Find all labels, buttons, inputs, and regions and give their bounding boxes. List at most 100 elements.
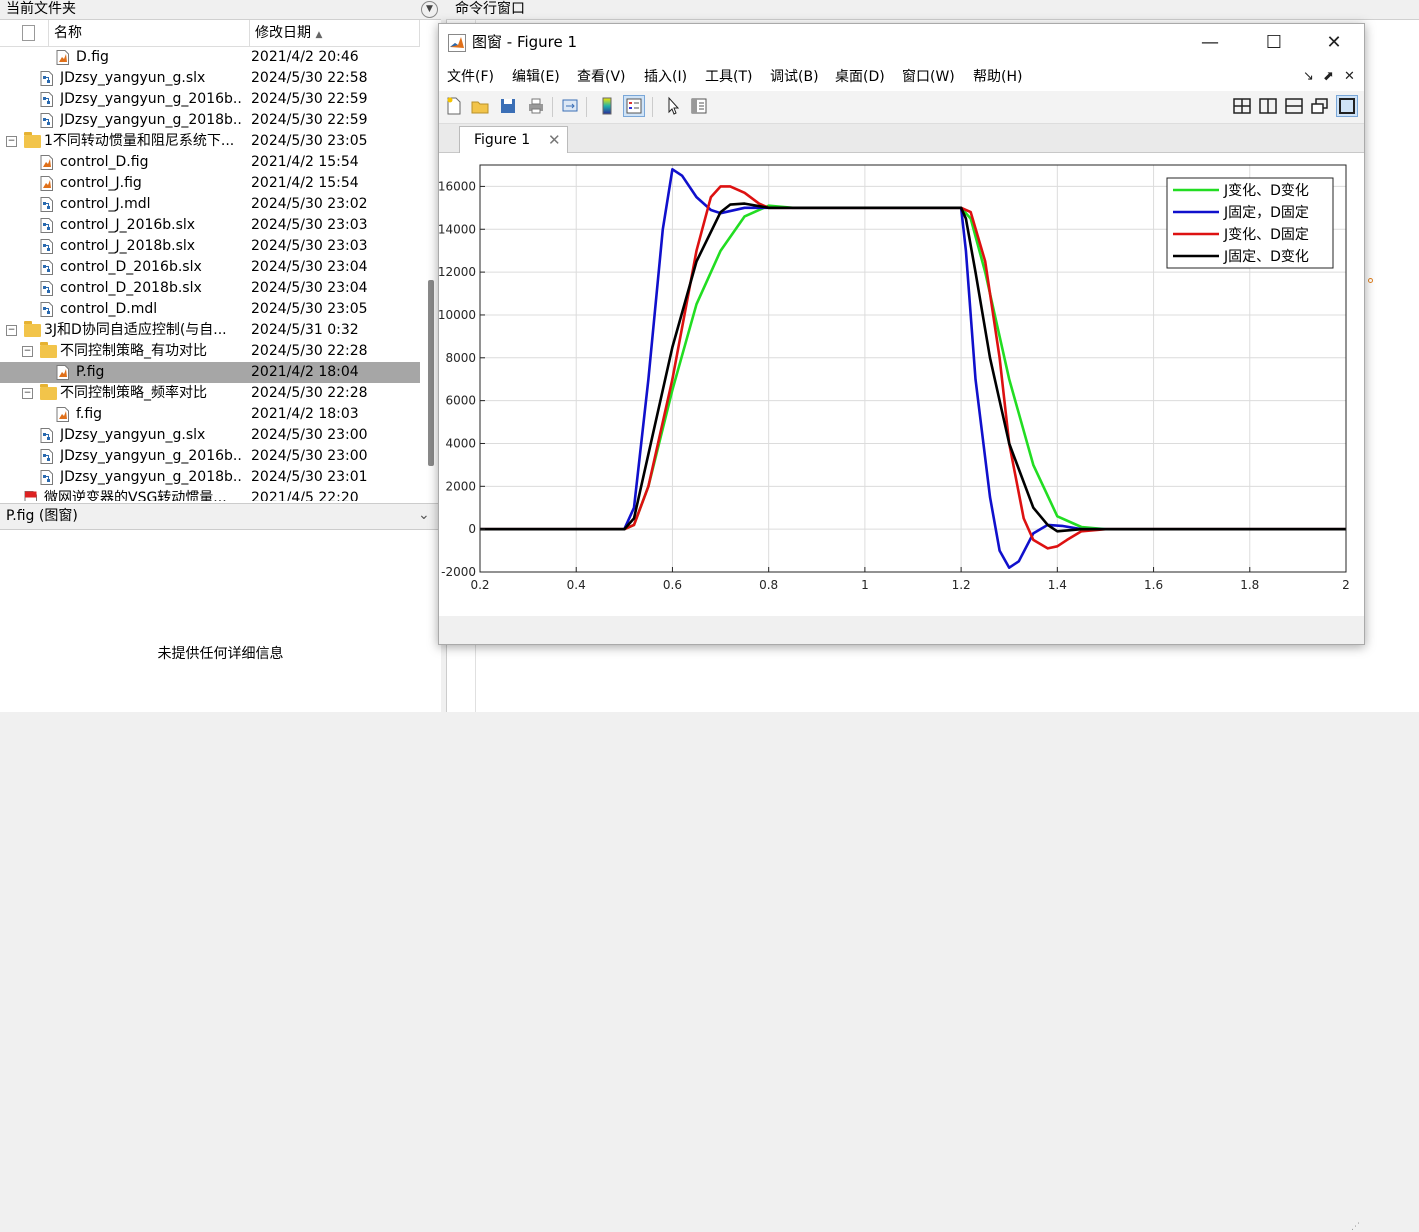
- file-row[interactable]: control_J_2016b.slx 2024/5/30 23:03: [0, 215, 420, 236]
- file-row[interactable]: JDzsy_yangyun_g_2018b.. 2024/5/30 22:59: [0, 110, 420, 131]
- open-file-icon[interactable]: [470, 96, 490, 116]
- file-row[interactable]: JDzsy_yangyun_g_2018b.. 2024/5/30 23:01: [0, 467, 420, 488]
- x-tick-label: 1: [861, 578, 869, 592]
- close-button[interactable]: ✕: [1311, 24, 1357, 61]
- file-date: 2024/5/30 22:59: [251, 91, 368, 107]
- file-row[interactable]: JDzsy_yangyun_g_2016b.. 2024/5/30 23:00: [0, 446, 420, 467]
- y-tick-label: 0: [468, 522, 476, 536]
- chevron-down-icon[interactable]: ⌄: [418, 507, 430, 523]
- y-tick-label: 4000: [445, 436, 476, 450]
- file-row[interactable]: control_D_2018b.slx 2024/5/30 23:04: [0, 278, 420, 299]
- folder-row[interactable]: − 1不同转动惯量和阻尼系统下... 2024/5/30 23:05: [0, 131, 420, 152]
- figure-titlebar[interactable]: 图窗 - Figure 1 — ☐ ✕: [439, 24, 1364, 63]
- x-tick-label: 1.2: [952, 578, 971, 592]
- close-figure-icon[interactable]: ✕: [1344, 63, 1355, 91]
- file-date: 2021/4/2 18:03: [251, 406, 359, 422]
- menu-item[interactable]: 窗口(W): [902, 63, 955, 91]
- file-date: 2021/4/2 15:54: [251, 154, 359, 170]
- fig-file-icon: [56, 365, 69, 380]
- file-row[interactable]: D.fig 2021/4/2 20:46: [0, 47, 420, 68]
- file-row[interactable]: control_J.mdl 2024/5/30 23:02: [0, 194, 420, 215]
- simulink-file-icon: [40, 302, 53, 317]
- file-row[interactable]: control_D.fig 2021/4/2 15:54: [0, 152, 420, 173]
- file-row[interactable]: f.fig 2021/4/2 18:03: [0, 404, 420, 425]
- file-name: JDzsy_yangyun_g_2018b..: [60, 469, 242, 485]
- float-icon[interactable]: [1310, 96, 1330, 116]
- column-divider[interactable]: [48, 20, 49, 46]
- dock-arrow-icon[interactable]: ↘: [1303, 63, 1314, 91]
- x-tick-label: 1.4: [1048, 578, 1067, 592]
- file-row[interactable]: control_J.fig 2021/4/2 15:54: [0, 173, 420, 194]
- file-row[interactable]: control_D_2016b.slx 2024/5/30 23:04: [0, 257, 420, 278]
- panel-menu-icon[interactable]: ▼: [421, 1, 438, 18]
- file-row[interactable]: JDzsy_yangyun_g.slx 2024/5/30 22:58: [0, 68, 420, 89]
- file-type-column-icon[interactable]: [22, 25, 35, 41]
- file-row[interactable]: P.fig 2021/4/2 18:04: [0, 362, 420, 383]
- file-date: 2024/5/30 23:05: [251, 133, 368, 149]
- maximize-tile-icon[interactable]: [1336, 95, 1358, 117]
- tile-grid-icon[interactable]: [1232, 96, 1252, 116]
- collapse-toggle-icon[interactable]: −: [6, 136, 17, 147]
- save-icon[interactable]: [498, 96, 518, 116]
- file-name: JDzsy_yangyun_g_2016b..: [60, 448, 242, 464]
- toolbar-separator: [552, 97, 553, 117]
- tab-figure-1[interactable]: Figure 1 ✕: [459, 126, 568, 153]
- property-editor-icon[interactable]: [689, 96, 709, 116]
- simulink-file-icon: [40, 197, 53, 212]
- file-row[interactable]: control_J_2018b.slx 2024/5/30 23:03: [0, 236, 420, 257]
- current-folder-title: 当前文件夹: [6, 1, 76, 17]
- collapse-toggle-icon[interactable]: −: [22, 388, 33, 399]
- close-tab-icon[interactable]: ✕: [548, 127, 561, 153]
- undock-icon[interactable]: ⬈: [1323, 63, 1334, 91]
- menu-item[interactable]: 帮助(H): [973, 63, 1022, 91]
- menu-item[interactable]: 查看(V): [577, 63, 626, 91]
- file-row[interactable]: JDzsy_yangyun_g_2016b.. 2024/5/30 22:59: [0, 89, 420, 110]
- figure-canvas[interactable]: 0.2 0.4 0.6 0.8 1 1.2 1.4 1.6 1.8 2 -2000 0 2000 4000…: [438, 153, 1364, 616]
- simulink-file-icon: [40, 71, 53, 86]
- colorbar-icon[interactable]: [597, 96, 617, 116]
- fig-file-icon: [56, 407, 69, 422]
- file-date: 2024/5/30 23:03: [251, 217, 368, 233]
- file-row[interactable]: control_D.mdl 2024/5/30 23:05: [0, 299, 420, 320]
- file-date: 2024/5/30 23:04: [251, 259, 368, 275]
- y-tick-label: 14000: [439, 222, 476, 236]
- folder-icon: [40, 342, 57, 358]
- collapse-toggle-icon[interactable]: −: [6, 325, 17, 336]
- column-header-name[interactable]: 名称: [54, 20, 82, 46]
- print-icon[interactable]: [526, 96, 546, 116]
- line-chart[interactable]: 0.2 0.4 0.6 0.8 1 1.2 1.4 1.6 1.8 2 -2000 0 2000 4000…: [438, 153, 1364, 616]
- file-name: control_J.mdl: [60, 196, 151, 212]
- folder-row[interactable]: − 不同控制策略_频率对比 2024/5/30 22:28: [0, 383, 420, 404]
- collapse-toggle-icon[interactable]: −: [22, 346, 33, 357]
- menu-item[interactable]: 调试(B): [770, 63, 819, 91]
- column-divider[interactable]: [249, 20, 250, 46]
- tile-columns-icon[interactable]: [1258, 96, 1278, 116]
- new-figure-icon[interactable]: [444, 96, 464, 116]
- column-divider[interactable]: [419, 20, 420, 46]
- file-date: 2024/5/30 23:04: [251, 280, 368, 296]
- file-row[interactable]: 微网逆变器的VSG转动惯量... 2021/4/5 22:20: [0, 488, 420, 501]
- menu-item[interactable]: 插入(I): [644, 63, 687, 91]
- details-titlebar[interactable]: P.fig (图窗) ⌄: [0, 503, 441, 530]
- menu-item[interactable]: 桌面(D): [835, 63, 885, 91]
- link-icon[interactable]: [560, 96, 580, 116]
- menu-item[interactable]: 文件(F): [447, 63, 494, 91]
- scrollbar-thumb[interactable]: [428, 280, 434, 466]
- minimize-button[interactable]: —: [1187, 24, 1233, 61]
- maximize-button[interactable]: ☐: [1251, 24, 1297, 61]
- simulink-file-icon: [40, 92, 53, 107]
- menu-item[interactable]: 工具(T): [705, 63, 752, 91]
- tile-rows-icon[interactable]: [1284, 96, 1304, 116]
- menu-item[interactable]: 编辑(E): [512, 63, 560, 91]
- folder-row[interactable]: − 3J和D协同自适应控制(与自... 2024/5/31 0:32: [0, 320, 420, 341]
- file-name: control_D_2018b.slx: [60, 280, 202, 296]
- file-row[interactable]: JDzsy_yangyun_g.slx 2024/5/30 23:00: [0, 425, 420, 446]
- pointer-icon[interactable]: [663, 96, 683, 116]
- legend-icon[interactable]: [623, 95, 645, 117]
- details-message: 未提供任何详细信息: [157, 646, 284, 662]
- file-date: 2024/5/30 23:05: [251, 301, 368, 317]
- resize-grip-icon[interactable]: ⋰: [1351, 1222, 1360, 1232]
- column-header-date[interactable]: 修改日期 ▲: [255, 20, 322, 48]
- figure-footer: ⋰: [439, 616, 1364, 1232]
- folder-row[interactable]: − 不同控制策略_有功对比 2024/5/30 22:28: [0, 341, 420, 362]
